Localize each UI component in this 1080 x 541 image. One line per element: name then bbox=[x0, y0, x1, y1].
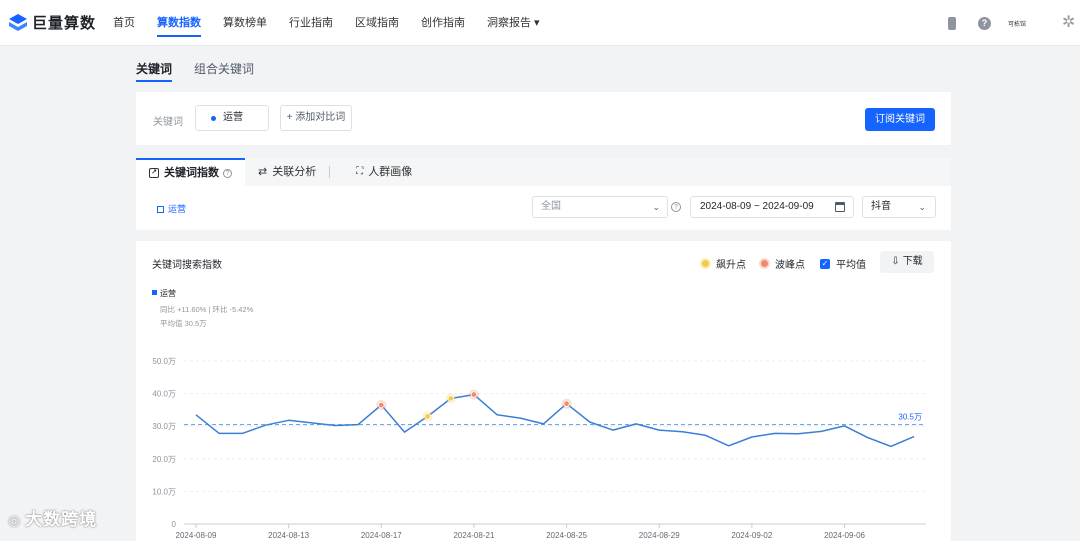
watermark: ◎ 大数跨境 bbox=[8, 505, 97, 530]
legend-peak[interactable]: 波峰点 bbox=[761, 256, 805, 271]
download-button[interactable]: ⇩ 下载 bbox=[880, 251, 934, 273]
series-name: 运营 bbox=[152, 288, 176, 299]
check-icon: ✓ bbox=[820, 258, 830, 269]
analysis-panel: ↗ 关键词指数 ? ⇄ 关联分析 ⛶ 人群画像 运营 全国 ⌄ ? 2024-0… bbox=[136, 158, 951, 230]
nav-right: ? 可栋馆 ✲ bbox=[947, 0, 1080, 46]
analysis-tabs: ↗ 关键词指数 ? ⇄ 关联分析 ⛶ 人群画像 bbox=[136, 158, 951, 186]
region-value: 全国 bbox=[541, 201, 561, 212]
watermark-icon: ◎ bbox=[8, 512, 22, 528]
series-line bbox=[195, 393, 915, 448]
y-tick-label: 40.0万 bbox=[152, 390, 176, 399]
y-tick-label: 20.0万 bbox=[152, 455, 176, 464]
keyword-dot-icon bbox=[211, 116, 216, 121]
tab-keyword-index[interactable]: ↗ 关键词指数 ? bbox=[136, 158, 245, 186]
subscribe-keyword-button[interactable]: 订阅关键词 bbox=[865, 108, 935, 131]
subtab-1[interactable]: 组合关键词 bbox=[194, 60, 254, 82]
series-average: 平均值 30.5万 bbox=[160, 319, 207, 328]
series-yoy-mom: 同比 +11.60% | 环比 -5.42% bbox=[160, 305, 254, 314]
keyword-legend[interactable]: 运营 bbox=[157, 202, 186, 215]
download-icon: ⇩ bbox=[891, 256, 900, 267]
portrait-icon: ⛶ bbox=[356, 166, 364, 177]
tab-portrait-label: 人群画像 bbox=[368, 166, 413, 178]
legend-surge[interactable]: 飙升点 bbox=[702, 256, 746, 271]
checkbox-icon bbox=[157, 206, 164, 213]
main-nav: 首页 算数指数 算数榜单 行业指南 区域指南 创作指南 洞察报告 ▾ bbox=[113, 0, 562, 46]
tab-divider bbox=[329, 166, 331, 178]
date-range-picker[interactable]: 2024-08-09 ~ 2024-09-09 bbox=[690, 196, 854, 218]
nav-item-0[interactable]: 首页 bbox=[113, 0, 135, 46]
platform-select[interactable]: 抖音 ⌄ bbox=[862, 196, 936, 218]
surge-point bbox=[424, 413, 431, 420]
peak-point bbox=[378, 401, 385, 409]
top-nav: 巨量算数 首页 算数指数 算数榜单 行业指南 区域指南 创作指南 洞察报告 ▾ ? 可栋馆 … bbox=[0, 0, 1080, 46]
search-index-chart: 0 10.0万 20.0万 30.0万 40.0万 50.0万 2024-08-09 2024… bbox=[152, 357, 926, 540]
legend-average[interactable]: ✓ 平均值 bbox=[820, 256, 866, 271]
x-tick-label: 2024-09-02 bbox=[731, 531, 772, 540]
x-tick-label: 2024-08-21 bbox=[453, 531, 494, 540]
region-help-icon[interactable]: ? bbox=[671, 202, 681, 212]
region-select[interactable]: 全国 ⌄ bbox=[532, 196, 668, 218]
nav-item-6[interactable]: 洞察报告 ▾ bbox=[487, 0, 540, 46]
y-tick-label: 50.0万 bbox=[152, 357, 176, 366]
relation-icon: ⇄ bbox=[258, 166, 268, 178]
subtab-0[interactable]: 关键词 bbox=[136, 60, 173, 82]
nav-item-3[interactable]: 行业指南 bbox=[289, 0, 333, 46]
legend-surge-label: 飙升点 bbox=[716, 260, 746, 271]
nav-item-2[interactable]: 算数榜单 bbox=[223, 0, 267, 46]
logo-icon bbox=[9, 13, 27, 31]
gear-icon[interactable]: ✲ bbox=[1062, 15, 1078, 31]
add-compare-button[interactable]: + 添加对比词 bbox=[280, 105, 352, 131]
tab-relation-label: 关联分析 bbox=[272, 166, 317, 178]
tab-portrait[interactable]: ⛶ 人群画像 bbox=[343, 158, 425, 186]
average-label: 30.5万 bbox=[898, 413, 922, 422]
x-tick-label: 2024-08-25 bbox=[546, 531, 587, 540]
peak-dot-icon bbox=[761, 260, 768, 267]
keyword-subtabs: 关键词 组合关键词 bbox=[136, 60, 276, 84]
x-tick-label: 2024-09-06 bbox=[824, 531, 865, 540]
surge-point bbox=[447, 395, 454, 402]
keyword-chip-text: 运营 bbox=[223, 112, 243, 123]
tab-keyword-index-label: 关键词指数 bbox=[164, 167, 219, 179]
x-tick-label: 2024-08-29 bbox=[639, 531, 680, 540]
chart-title: 关键词搜索指数 bbox=[152, 260, 222, 271]
keyword-label: 关键词 bbox=[153, 117, 183, 128]
nav-item-4[interactable]: 区域指南 bbox=[355, 0, 399, 46]
question-icon[interactable]: ? bbox=[223, 168, 232, 178]
nav-item-1[interactable]: 算数指数 bbox=[157, 0, 201, 46]
nav-item-5[interactable]: 创作指南 bbox=[421, 0, 465, 46]
watermark-text: 大数跨境 bbox=[25, 510, 98, 529]
brand-name: 巨量算数 bbox=[32, 15, 97, 32]
x-tick-label: 2024-08-17 bbox=[361, 531, 402, 540]
y-tick-label: 30.0万 bbox=[152, 422, 176, 431]
x-tick-label: 2024-08-09 bbox=[176, 531, 217, 540]
user-name[interactable]: 可栋馆 bbox=[1008, 19, 1026, 28]
keyword-chip[interactable]: 运营 bbox=[195, 105, 269, 131]
chevron-down-icon: ⌄ bbox=[652, 202, 660, 212]
brand-logo[interactable]: 巨量算数 bbox=[8, 12, 108, 33]
keyword-bar: 关键词 运营 + 添加对比词 订阅关键词 bbox=[136, 92, 951, 145]
y-tick-label: 10.0万 bbox=[152, 487, 176, 496]
y-tick-label: 0 bbox=[172, 520, 177, 529]
keyword-legend-label: 运营 bbox=[168, 204, 187, 214]
date-range-value: 2024-08-09 ~ 2024-09-09 bbox=[700, 201, 814, 212]
chart-legend: 飙升点 波峰点 ✓ 平均值 bbox=[702, 256, 881, 271]
tab-relation[interactable]: ⇄ 关联分析 bbox=[245, 158, 343, 186]
calendar-icon bbox=[835, 202, 845, 212]
legend-average-label: 平均值 bbox=[836, 260, 866, 271]
chart-panel: 0 10.0万 20.0万 30.0万 40.0万 50.0万 2024-08-09 2024… bbox=[136, 241, 951, 541]
surge-dot-icon bbox=[702, 260, 709, 267]
legend-peak-label: 波峰点 bbox=[775, 260, 805, 271]
download-label: 下载 bbox=[902, 256, 923, 267]
series-name-label: 运营 bbox=[160, 289, 176, 298]
series-color-icon bbox=[152, 290, 157, 295]
peak-point bbox=[470, 391, 478, 398]
help-icon[interactable]: ? bbox=[977, 16, 991, 30]
chevron-down-icon: ⌄ bbox=[918, 202, 926, 212]
platform-value: 抖音 bbox=[871, 201, 891, 212]
mobile-icon[interactable] bbox=[947, 16, 956, 30]
peak-point bbox=[563, 400, 570, 407]
trend-icon: ↗ bbox=[149, 168, 159, 178]
x-tick-label: 2024-08-13 bbox=[268, 531, 309, 540]
